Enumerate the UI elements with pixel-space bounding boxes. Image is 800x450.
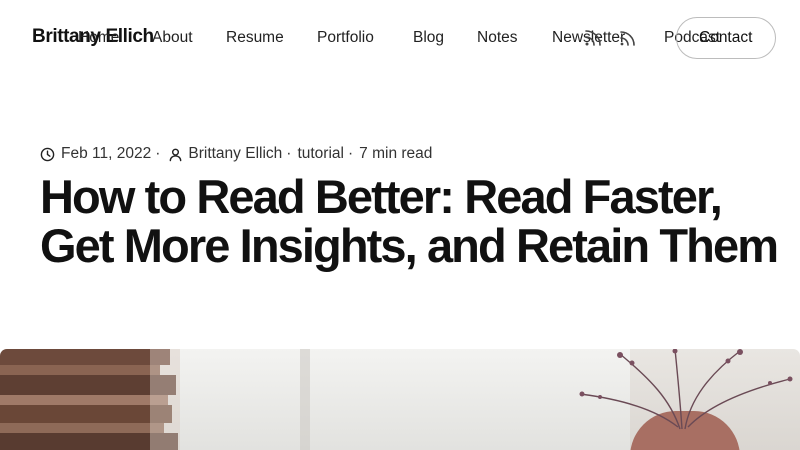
nav-link-about[interactable]: About [152,29,193,47]
hero-window-frame [300,349,310,450]
rss-icon[interactable] [618,29,638,49]
nav-link-resume[interactable]: Resume [226,29,284,47]
post-category-link[interactable]: tutorial [297,145,344,163]
nav-link-notes[interactable]: Notes [477,29,518,47]
meta-separator: · [286,145,292,162]
post-hero-image [0,349,800,450]
nav-link-blog[interactable]: Blog [413,29,444,47]
site-header: Brittany Ellich Home About Resume Portfo… [0,0,800,76]
nav-link-home[interactable]: Home [78,29,119,47]
clock-icon [40,147,55,161]
hero-window [150,349,630,450]
post-title: How to Read Better: Read Faster, Get Mor… [40,170,779,272]
post-read-time: 7 min read [359,145,433,162]
hero-plant [579,349,793,430]
post-meta: Feb 11, 2022 · Brittany Ellich · tutoria… [40,144,432,164]
user-icon [170,148,182,161]
meta-separator: · [347,145,354,162]
meta-separator: · [155,145,161,162]
contact-button-label[interactable]: Contact [699,29,752,47]
post-author-link[interactable]: Brittany Ellich [188,145,282,163]
post-date: Feb 11, 2022 [61,145,152,162]
hero-books [0,349,180,450]
nav-link-portfolio[interactable]: Portfolio [317,29,374,47]
rss-icon[interactable] [582,27,604,49]
